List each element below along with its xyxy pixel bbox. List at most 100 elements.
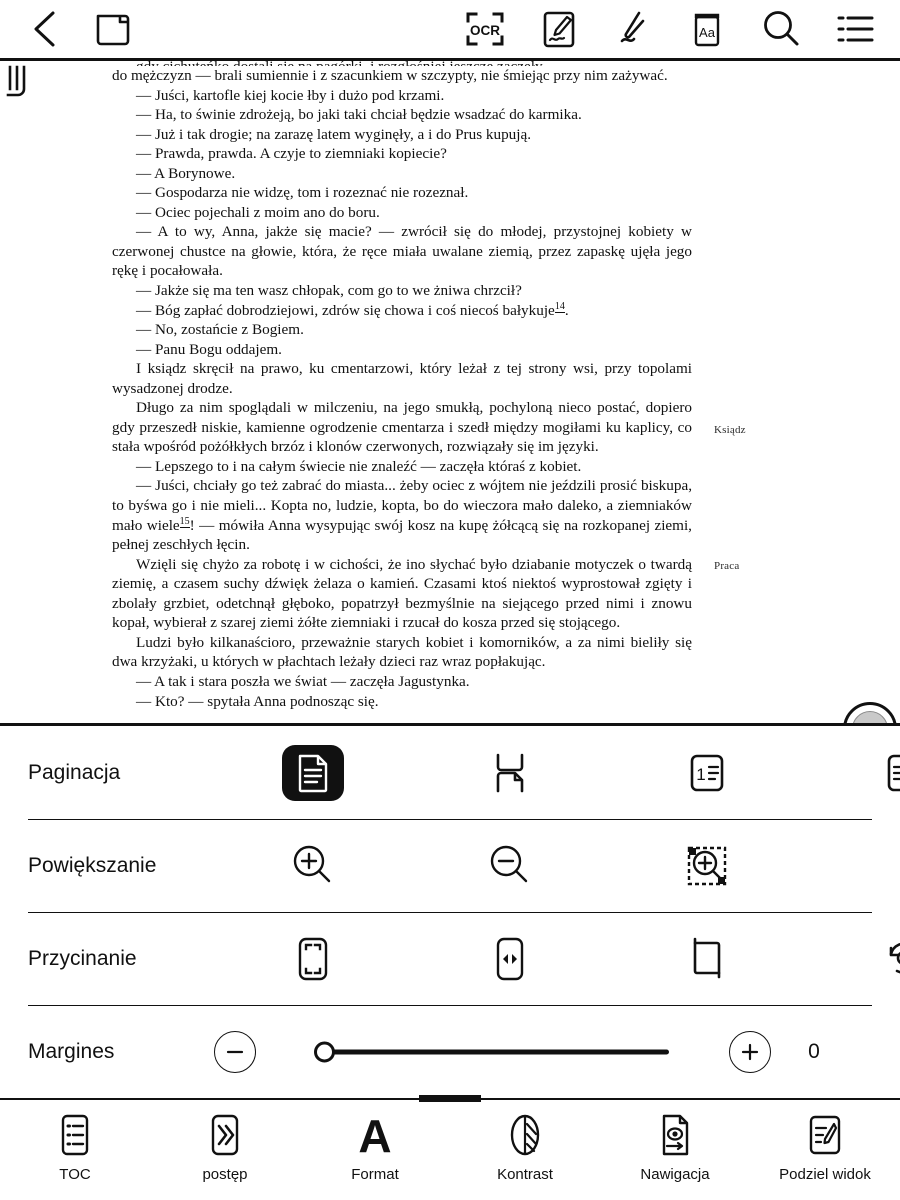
option-crop-width[interactable] [411,928,608,990]
row-label-crop: Przycinanie [28,946,137,970]
margin-decrease-button[interactable] [214,1030,256,1073]
panel-drag-handle[interactable] [419,1095,481,1102]
nav-item-split-view[interactable]: Podziel widok [750,1110,900,1183]
text-paragraph: — Jakże się ma ten wasz chłopak, com go … [136,282,522,300]
floating-action-button[interactable] [843,702,897,723]
text-paragraph: — Panu Bogu oddajem. [136,340,282,358]
option-crop-auto[interactable] [214,928,411,990]
footnote-marker[interactable]: 15 [179,515,190,528]
back-icon[interactable] [22,6,68,52]
text-paragraph: Wzięli się chyżo za robotę i w cichości,… [112,555,692,632]
nav-item-contrast[interactable]: Kontrast [450,1110,600,1183]
bottom-navigation: TOC postęp A Format Kontrast Nawigacja P… [0,1095,900,1200]
pagination-options: 1 1 [214,742,900,804]
svg-text:OCR: OCR [470,23,500,38]
margin-gloss: Praca [714,560,740,572]
text-paragraph: — Ha, to świnie zdrożeją, bo jaki taki c… [136,106,582,124]
settings-row-zoom: Powiększanie [28,819,872,912]
option-zoom-area[interactable] [608,835,805,897]
text-paragraph: — Lepszego to i na całym świecie nie zna… [136,457,582,475]
nav-label-split-view: Podziel widok [779,1166,871,1183]
row-label-margin: Margines [28,1039,115,1063]
pen-icon[interactable] [610,6,656,52]
nav-label-progress: postęp [202,1166,248,1183]
zoom-out-icon [479,838,541,894]
text-paragraph: do mężczyzn — brali sumiennie i z szacun… [112,67,668,84]
ereader-app: OCR Aa do mężczyzn — brali sumiennie i z… [0,0,900,1200]
text-paragraph: — Ociec pojechali z moim ano do boru. [136,203,380,221]
format-icon: A [351,1110,399,1160]
zoom-options [214,835,900,897]
bookmark-icon[interactable] [4,63,44,109]
toc-icon [54,1110,96,1160]
text-paragraph: — Kto? — spytała Anna podnosząc się. [136,692,379,710]
page-number-left-icon: 1 [676,745,738,801]
row-label-zoom: Powiększanie [28,853,157,877]
navigation-icon [653,1110,697,1160]
row-label-pagination: Paginacja [28,760,121,784]
option-page-number-left[interactable]: 1 [608,742,805,804]
nav-item-navigation[interactable]: Nawigacja [600,1110,750,1183]
document-page-area[interactable]: gdy cichuteńko dostali się na pagórki, i… [0,61,900,723]
text-paragraph: — A Borynowe. [136,164,236,182]
page-number-right-icon: 1 [873,745,900,801]
nav-item-toc[interactable]: TOC [0,1110,150,1183]
settings-row-pagination: Paginacja 1 [28,726,900,819]
text-paragraph-footnote: — Bóg zapłać dobrodziejowi, zdrów się ch… [112,300,692,321]
text-paragraph: — Już i tak drogie; na zarazę latem wygi… [136,125,532,143]
crop-width-icon [479,931,541,987]
nav-label-format: Format [351,1166,399,1183]
footnote-marker[interactable]: 14 [554,300,565,313]
contrast-icon [503,1110,547,1160]
text-paragraph: Ludzi było kilkanaścioro, przeważnie sta… [112,633,692,671]
single-page-icon [281,744,344,801]
folder-icon[interactable] [92,6,138,52]
footnote-text-post: . [564,301,569,319]
margin-control: 0 [214,1030,872,1073]
option-zoom-out[interactable] [411,835,608,897]
settings-row-crop: Przycinanie [28,912,900,1005]
text-paragraph: — No, zostańcie z Bogiem. [136,321,304,339]
toolbar-right-group: OCR Aa [462,6,878,52]
margin-increase-button[interactable] [729,1030,771,1073]
option-zoom-empty [805,835,900,897]
zoom-in-icon [282,838,344,894]
text-paragraph: I ksiądz skręcił na prawo, ku cmentarzow… [112,360,692,397]
footnote-text-pre: — Bóg zapłać dobrodziejowi, zdrów się ch… [136,301,555,319]
option-zoom-in[interactable] [214,835,411,897]
document-text: gdy cichuteńko dostali się na pagórki, i… [112,61,692,711]
split-view-icon [803,1110,847,1160]
nav-item-format[interactable]: A Format [300,1110,450,1183]
menu-icon[interactable] [832,6,878,52]
text-paragraph-footnote: — Juści, chciały go też zabrać do miasta… [112,476,692,554]
dictionary-icon[interactable]: Aa [684,6,730,52]
margin-slider[interactable] [314,1035,669,1069]
option-single-page[interactable] [214,742,411,804]
ocr-icon[interactable]: OCR [462,6,508,52]
option-page-curl[interactable] [411,742,608,804]
margin-gloss: Ksiądz [714,424,746,436]
option-crop-manual[interactable] [608,928,805,990]
text-paragraph: Długo za nim spoglądali w milczeniu, na … [112,399,692,456]
search-icon[interactable] [758,6,804,52]
crop-auto-icon [282,931,344,987]
nav-label-contrast: Kontrast [497,1166,553,1183]
crop-options [214,928,900,990]
nav-item-progress[interactable]: postęp [150,1110,300,1183]
option-rotate[interactable] [805,928,900,990]
floating-action-button-inner [852,711,888,723]
nav-label-toc: TOC [59,1166,91,1183]
svg-text:Aa: Aa [699,25,716,40]
top-toolbar: OCR Aa [0,0,900,58]
page-curl-icon [479,745,541,801]
crop-manual-icon [676,931,738,987]
margin-slider-knob[interactable] [314,1041,335,1062]
annotate-icon[interactable] [536,6,582,52]
progress-icon [204,1110,246,1160]
svg-text:1: 1 [696,765,705,784]
option-page-number-right[interactable]: 1 [805,742,900,804]
footnote-text-post: ! — mówiła Anna wysypując swój kosz na k… [112,516,692,554]
text-paragraph: — Juści, kartofle kiej kocie łby i dużo … [136,86,445,104]
toolbar-left-group [22,6,138,52]
text-paragraph: — A tak i stara poszła we świat — zaczęł… [136,672,470,690]
